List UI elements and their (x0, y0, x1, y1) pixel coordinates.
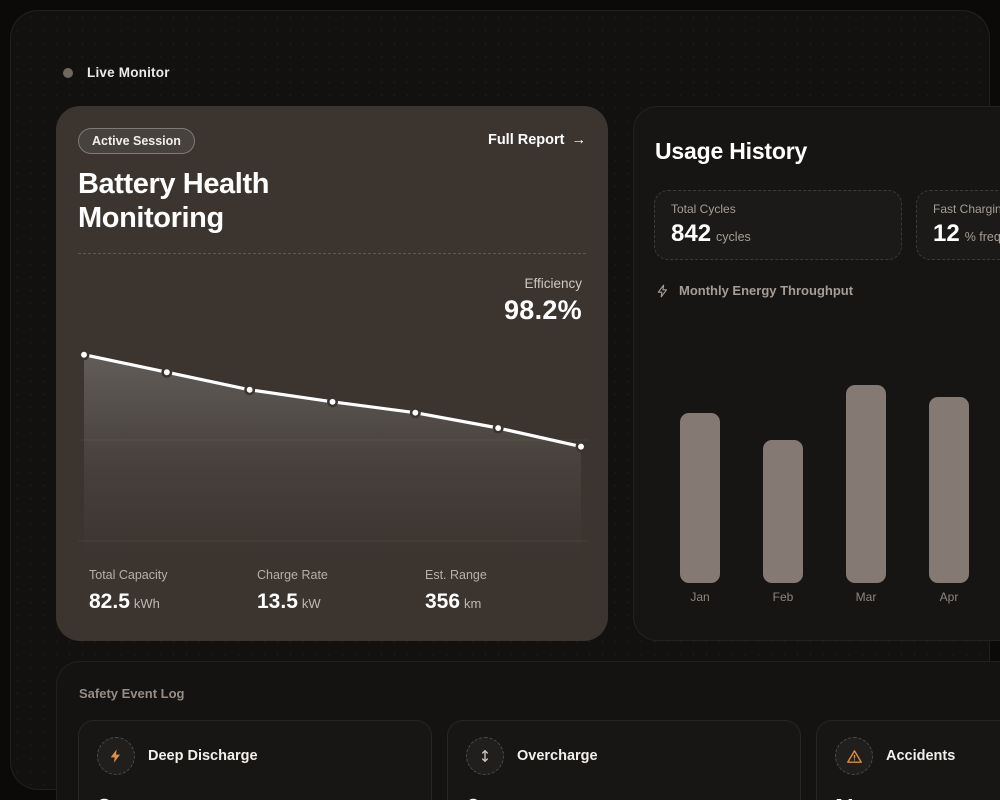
dashed-divider (78, 253, 586, 254)
live-status-dot-icon (63, 68, 73, 78)
line-chart-point (577, 442, 585, 450)
bar-label: Mar (846, 590, 886, 604)
line-chart-point (328, 398, 336, 406)
bar-column (846, 377, 886, 583)
stat-box-value: 842cycles (671, 220, 885, 248)
stat-box-unit: % freq (965, 230, 1000, 244)
event-value: 2 (97, 793, 413, 800)
full-report-label: Full Report (488, 132, 565, 148)
bar-column (680, 377, 720, 583)
line-chart-point (494, 424, 502, 432)
line-chart-svg (78, 346, 588, 556)
lightning-icon (108, 748, 124, 764)
stat-total-capacity: Total Capacity 82.5kWh (89, 568, 257, 614)
event-card-overcharge: Overcharge 0 (447, 720, 801, 800)
bar-apr (929, 397, 969, 583)
efficiency-line-chart (78, 346, 588, 556)
event-label: Overcharge (517, 748, 598, 764)
throughput-label-row: Monthly Energy Throughput (656, 283, 853, 298)
usage-history-card: Usage History Total Cycles 842cycles Fas… (633, 106, 1000, 641)
event-icon-circle (97, 737, 135, 775)
event-label: Deep Discharge (148, 748, 258, 764)
efficiency-readout: Efficiency 98.2% (504, 276, 582, 326)
arrows-vertical-icon (477, 748, 493, 764)
active-session-badge: Active Session (78, 128, 195, 154)
monthly-throughput-bar-chart (680, 377, 969, 583)
line-chart-point (411, 409, 419, 417)
stat-box-label: Total Cycles (671, 202, 885, 216)
stat-value: 13.5kW (257, 590, 425, 614)
battery-stats-row: Total Capacity 82.5kWh Charge Rate 13.5k… (89, 568, 593, 614)
bolt-icon (656, 284, 670, 298)
event-card-deep-discharge: Deep Discharge 2 (78, 720, 432, 800)
stat-unit: km (464, 596, 481, 611)
safety-event-log-card: Safety Event Log Deep Discharge 2 (56, 661, 1000, 800)
stat-unit: kW (302, 596, 321, 611)
battery-health-card: Active Session Full Report → Battery Hea… (56, 106, 608, 641)
stat-label: Total Capacity (89, 568, 257, 582)
event-icon-circle (466, 737, 504, 775)
full-report-link[interactable]: Full Report → (488, 132, 586, 148)
stat-box-unit: cycles (716, 230, 751, 244)
event-value: 0 (466, 793, 782, 800)
usage-stat-boxes: Total Cycles 842cycles Fast Charging 12%… (654, 190, 1000, 260)
throughput-label: Monthly Energy Throughput (679, 283, 853, 298)
stat-label: Charge Rate (257, 568, 425, 582)
stat-est-range: Est. Range 356km (425, 568, 593, 614)
bar-mar (846, 385, 886, 583)
battery-card-title: Battery Health Monitoring (78, 168, 586, 235)
bar-feb (763, 440, 803, 583)
usage-history-title: Usage History (655, 138, 1000, 165)
event-card-accidents: Accidents None (816, 720, 1000, 800)
line-chart-point (163, 368, 171, 376)
stat-value: 82.5kWh (89, 590, 257, 614)
event-value: None (835, 793, 1000, 800)
bar-column (929, 377, 969, 583)
live-monitor-label: Live Monitor (87, 65, 170, 80)
line-chart-point (80, 351, 88, 359)
efficiency-label: Efficiency (504, 276, 582, 291)
safety-events-row: Deep Discharge 2 Overcharge 0 (78, 720, 1000, 800)
safety-event-log-title: Safety Event Log (79, 686, 1000, 701)
stat-value: 356km (425, 590, 593, 614)
event-icon-circle (835, 737, 873, 775)
live-monitor-header: Live Monitor (63, 65, 170, 80)
dashboard-shell: Live Monitor Active Session Full Report … (10, 10, 990, 790)
stat-box-label: Fast Charging (933, 202, 1000, 216)
warning-triangle-icon (846, 748, 863, 765)
bar-column (763, 377, 803, 583)
bar-chart-labels: Jan Feb Mar Apr (680, 590, 969, 604)
total-cycles-box: Total Cycles 842cycles (654, 190, 902, 260)
stat-label: Est. Range (425, 568, 593, 582)
bar-jan (680, 413, 720, 583)
event-label: Accidents (886, 748, 955, 764)
stat-charge-rate: Charge Rate 13.5kW (257, 568, 425, 614)
fast-charging-box: Fast Charging 12% freq (916, 190, 1000, 260)
bar-label: Jan (680, 590, 720, 604)
bar-label: Apr (929, 590, 969, 604)
line-chart-point (245, 386, 253, 394)
arrow-right-icon: → (572, 132, 587, 148)
bar-label: Feb (763, 590, 803, 604)
stat-box-value: 12% freq (933, 220, 1000, 248)
efficiency-value: 98.2% (504, 295, 582, 326)
stat-unit: kWh (134, 596, 160, 611)
